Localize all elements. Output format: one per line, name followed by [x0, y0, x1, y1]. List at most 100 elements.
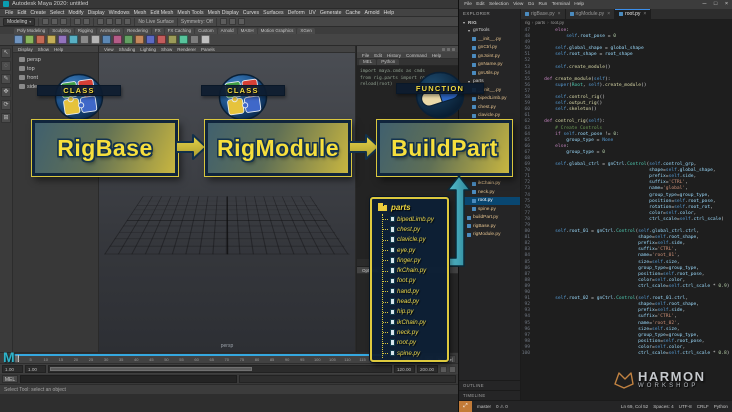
vscode-menu-item[interactable]: Run	[536, 2, 549, 7]
new-scene-icon[interactable]	[42, 18, 50, 25]
shelf-tool-icon[interactable]	[36, 35, 45, 44]
shelf-tool-icon[interactable]	[124, 35, 133, 44]
status-bar-item[interactable]: Ln 69, Col 52	[621, 404, 648, 409]
status-bar-item[interactable]: Python	[714, 404, 728, 409]
outliner-menu-item[interactable]: Show	[36, 47, 51, 52]
viewport-menu-item[interactable]: Show	[159, 47, 174, 52]
shelf-tool-icon[interactable]	[146, 35, 155, 44]
vscode-menu-item[interactable]: View	[511, 2, 526, 7]
shelf-tool-icon[interactable]	[14, 35, 23, 44]
shelf-tool-icon[interactable]	[168, 35, 177, 44]
status-bar-item[interactable]: UTF-8	[679, 404, 692, 409]
shelf-tool-icon[interactable]	[47, 35, 56, 44]
viewport-menu-item[interactable]: View	[102, 47, 116, 52]
explorer-item[interactable]: clavicle.py	[459, 112, 520, 121]
paint-select-tool-icon[interactable]: ✎	[1, 74, 11, 84]
auto-keyframe-icon[interactable]	[440, 365, 447, 373]
close-icon[interactable]: ×	[558, 11, 561, 17]
vscode-menu-item[interactable]: Go	[526, 2, 537, 7]
viewport-menu-item[interactable]: Lighting	[138, 47, 158, 52]
vscode-menu-item[interactable]: Terminal	[550, 2, 573, 7]
vscode-menu-item[interactable]: Edit	[474, 2, 487, 7]
shelf-tool-icon[interactable]	[58, 35, 67, 44]
status-bar-item[interactable]: master	[477, 404, 491, 410]
outliner-item[interactable]: persp	[13, 55, 98, 64]
script-editor-menu-item[interactable]: Edit	[372, 53, 384, 58]
maya-menu-item[interactable]: Edit	[15, 10, 28, 16]
command-line-input[interactable]	[20, 375, 237, 383]
code-editor[interactable]: 47 else:48 self. root_pose = 0 49 50 self. g…	[521, 26, 732, 400]
explorer-item[interactable]: bipedLimb.py	[459, 95, 520, 104]
explorer-item[interactable]: gnUtils.py	[459, 69, 520, 78]
script-editor-menu-item[interactable]: History	[385, 53, 403, 58]
sidebar-section-header[interactable]: OUTLINE	[459, 380, 520, 390]
snap-curve-icon[interactable]	[106, 18, 114, 25]
shelf-tool-icon[interactable]	[25, 35, 34, 44]
explorer-item[interactable]: gnJoint.py	[459, 52, 520, 61]
editor-tab[interactable]: rigBase.py ×	[521, 9, 566, 19]
explorer-item[interactable]: ▾ gnTools	[459, 27, 520, 36]
lasso-tool-icon[interactable]: ◌	[1, 61, 11, 71]
script-editor-menu-item[interactable]: Help	[430, 53, 443, 58]
breadcrumb-item[interactable]: root.py	[545, 20, 564, 25]
status-bar-item[interactable]: 0 ⚠ 0	[496, 404, 508, 410]
rotate-tool-icon[interactable]: ⟳	[1, 100, 11, 110]
explorer-item[interactable]: gnName.py	[459, 61, 520, 70]
viewport-menu-item[interactable]: Panels	[199, 47, 217, 52]
command-language-toggle[interactable]: MEL	[2, 375, 18, 383]
explorer-item[interactable]: __init__.py	[459, 35, 520, 44]
maya-menu-item[interactable]: Windows	[107, 10, 132, 16]
script-editor-menu-item[interactable]: File	[360, 53, 371, 58]
vscode-menu-item[interactable]: File	[462, 2, 474, 7]
shelf-tool-icon[interactable]	[91, 35, 100, 44]
viewport-menu-item[interactable]: Shading	[117, 47, 138, 52]
maya-menu-item[interactable]: File	[3, 10, 15, 16]
status-bar-item[interactable]: Spaces: 4	[653, 404, 673, 409]
window-control-icon[interactable]: ─	[699, 0, 710, 9]
maya-menu-item[interactable]: Surfaces	[261, 10, 285, 16]
viewport-menu-item[interactable]: Renderer	[175, 47, 198, 52]
range-end-field[interactable]: 120.00	[394, 365, 415, 373]
outliner-menu-item[interactable]: Help	[52, 47, 65, 52]
shelf-tool-icon[interactable]	[135, 35, 144, 44]
editor-tab[interactable]: root.py ×	[615, 9, 652, 19]
maya-menu-item[interactable]: Mesh	[132, 10, 149, 16]
maya-menu-item[interactable]: Cache	[344, 10, 363, 16]
snap-plane-icon[interactable]	[124, 18, 132, 25]
maya-menu-item[interactable]: Mesh Display	[206, 10, 241, 16]
explorer-item[interactable]: chest.py	[459, 103, 520, 112]
status-bar-item[interactable]: CRLF	[697, 404, 709, 409]
explorer-item[interactable]: ▾ RIG	[459, 18, 520, 27]
range-slider-bar[interactable]	[50, 367, 252, 371]
snap-grid-icon[interactable]	[97, 18, 105, 25]
snap-point-icon[interactable]	[115, 18, 123, 25]
scale-tool-icon[interactable]: ⊞	[1, 113, 11, 123]
window-control-icon[interactable]: ×	[721, 0, 732, 9]
script-editor-tab[interactable]: Python	[377, 58, 400, 65]
maya-menu-item[interactable]: Deform	[286, 10, 307, 16]
window-control-icon[interactable]: □	[710, 0, 721, 9]
outliner-menu-item[interactable]: Display	[16, 47, 35, 52]
script-editor-menu-item[interactable]: Command	[404, 53, 429, 58]
breadcrumb-item[interactable]: parts	[530, 20, 545, 25]
maya-menu-item[interactable]: Curves	[241, 10, 261, 16]
close-icon[interactable]: ×	[607, 11, 610, 17]
maya-menu-item[interactable]: Modify	[66, 10, 85, 16]
open-scene-icon[interactable]	[51, 18, 59, 25]
shelf-tool-icon[interactable]	[102, 35, 111, 44]
maya-menu-item[interactable]: Mesh Tools	[175, 10, 205, 16]
maya-menu-item[interactable]: Select	[48, 10, 66, 16]
maya-menu-item[interactable]: Edit Mesh	[148, 10, 175, 16]
redo-icon[interactable]	[83, 18, 91, 25]
maya-menu-item[interactable]: UV	[307, 10, 318, 16]
animation-preferences-icon[interactable]	[449, 365, 456, 373]
render-icon[interactable]	[219, 18, 227, 25]
shelf-tool-icon[interactable]	[190, 35, 199, 44]
maya-menu-item[interactable]: Help	[382, 10, 397, 16]
select-tool-icon[interactable]: ↖	[1, 48, 11, 58]
script-editor-tab[interactable]: MEL	[359, 58, 377, 65]
move-tool-icon[interactable]: ✥	[1, 87, 11, 97]
shelf-tool-icon[interactable]	[179, 35, 188, 44]
range-start-field[interactable]: 1.00	[2, 365, 23, 373]
shelf-tool-icon[interactable]	[113, 35, 122, 44]
